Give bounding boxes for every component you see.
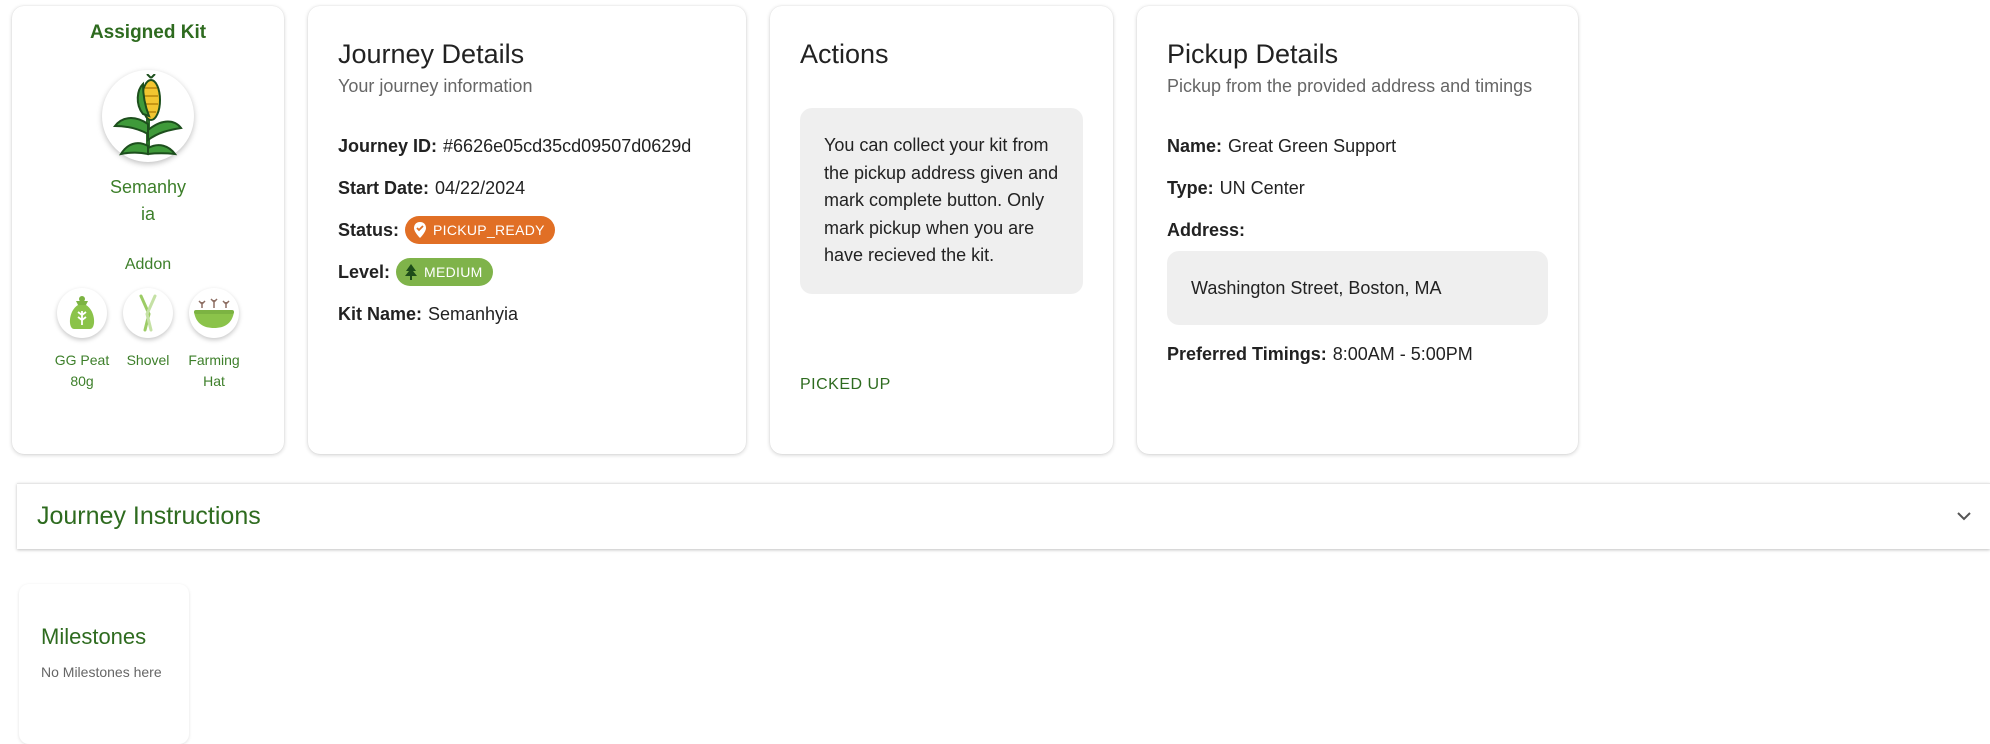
assigned-kit-title: Assigned Kit bbox=[89, 22, 207, 43]
level-label: Level: bbox=[338, 261, 391, 282]
pickup-name-value: Great Green Support bbox=[1228, 135, 1397, 156]
pickup-timings-row: Preferred Timings: 8:00AM - 5:00PM bbox=[1167, 339, 1548, 369]
journey-details-title: Journey Details bbox=[338, 39, 525, 69]
kit-name-value: Semanhyia bbox=[428, 303, 519, 324]
assigned-kit-card: Assigned Kit Semanhyia Addon GG Peat 80g… bbox=[12, 6, 284, 454]
journey-id-value: #6626e05cd35cd09507d0629d bbox=[443, 135, 692, 156]
pickup-type-row: Type: UN Center bbox=[1167, 173, 1548, 203]
location-check-icon bbox=[414, 222, 427, 239]
pickup-details-card: Pickup Details Pickup from the provided … bbox=[1137, 6, 1578, 454]
kit-name: Semanhyia bbox=[109, 177, 187, 224]
addon-item-peat: GG Peat 80g bbox=[55, 288, 109, 392]
actions-title: Actions bbox=[800, 39, 889, 69]
pickup-timings-label: Preferred Timings: bbox=[1167, 343, 1327, 364]
journey-details-card: Journey Details Your journey information… bbox=[308, 6, 746, 454]
pickup-name-label: Name: bbox=[1167, 135, 1223, 156]
chevron-down-icon[interactable] bbox=[1956, 508, 1972, 526]
journey-id-row: Journey ID: #6626e05cd35cd09507d0629d bbox=[338, 131, 716, 161]
kit-name-row: Kit Name: Semanhyia bbox=[338, 299, 716, 329]
addon-item-hat: Farming Hat bbox=[188, 288, 240, 392]
start-date-value: 04/22/2024 bbox=[435, 177, 526, 198]
pickup-address-label: Address: bbox=[1167, 219, 1246, 240]
corn-plant-icon bbox=[102, 70, 194, 162]
level-badge: MEDIUM bbox=[396, 258, 493, 287]
pickup-address-row: Address: bbox=[1167, 215, 1548, 245]
journey-id-label: Journey ID: bbox=[338, 135, 438, 156]
level-row: Level: MEDIUM bbox=[338, 257, 716, 287]
pickup-timings-value: 8:00AM - 5:00PM bbox=[1332, 343, 1473, 364]
addon-name: Shovel bbox=[126, 352, 170, 368]
level-value: MEDIUM bbox=[424, 264, 483, 281]
start-date-label: Start Date: bbox=[338, 177, 430, 198]
pickup-address-value: Washington Street, Boston, MA bbox=[1167, 251, 1548, 326]
pickup-name-row: Name: Great Green Support bbox=[1167, 131, 1548, 161]
farming-hat-icon bbox=[189, 288, 239, 338]
status-label: Status: bbox=[338, 219, 400, 240]
milestones-card: Milestones No Milestones here bbox=[19, 584, 189, 744]
pickup-type-label: Type: bbox=[1167, 177, 1214, 198]
pickup-type-value: UN Center bbox=[1219, 177, 1305, 198]
milestones-empty-text: No Milestones here bbox=[41, 664, 162, 680]
addon-item-shovel: Shovel bbox=[122, 288, 174, 392]
actions-card: Actions You can collect your kit from th… bbox=[770, 6, 1113, 454]
status-row: Status: PICKUP_READY bbox=[338, 215, 716, 245]
journey-details-subtitle: Your journey information bbox=[338, 76, 533, 97]
picked-up-button[interactable]: PICKED UP bbox=[800, 376, 891, 394]
pickup-details-title: Pickup Details bbox=[1167, 39, 1339, 69]
addon-name: GG Peat 80g bbox=[54, 352, 110, 389]
pickup-details-subtitle: Pickup from the provided address and tim… bbox=[1167, 76, 1533, 97]
addon-name: Farming Hat bbox=[188, 352, 240, 389]
addon-list: GG Peat 80g Shovel Farming Hat bbox=[12, 288, 284, 392]
start-date-row: Start Date: 04/22/2024 bbox=[338, 173, 716, 203]
journey-instructions-accordion[interactable]: Journey Instructions bbox=[17, 483, 1990, 549]
shovel-icon bbox=[123, 288, 173, 338]
status-value: PICKUP_READY bbox=[433, 222, 545, 239]
peat-bag-icon bbox=[57, 288, 107, 338]
addon-label: Addon bbox=[124, 256, 172, 273]
journey-instructions-title: Journey Instructions bbox=[37, 502, 261, 530]
tree-icon bbox=[405, 264, 418, 281]
milestones-title: Milestones bbox=[41, 624, 147, 649]
pickup-note: You can collect your kit from the pickup… bbox=[800, 108, 1083, 294]
status-badge: PICKUP_READY bbox=[405, 216, 555, 245]
kit-name-label: Kit Name: bbox=[338, 303, 423, 324]
